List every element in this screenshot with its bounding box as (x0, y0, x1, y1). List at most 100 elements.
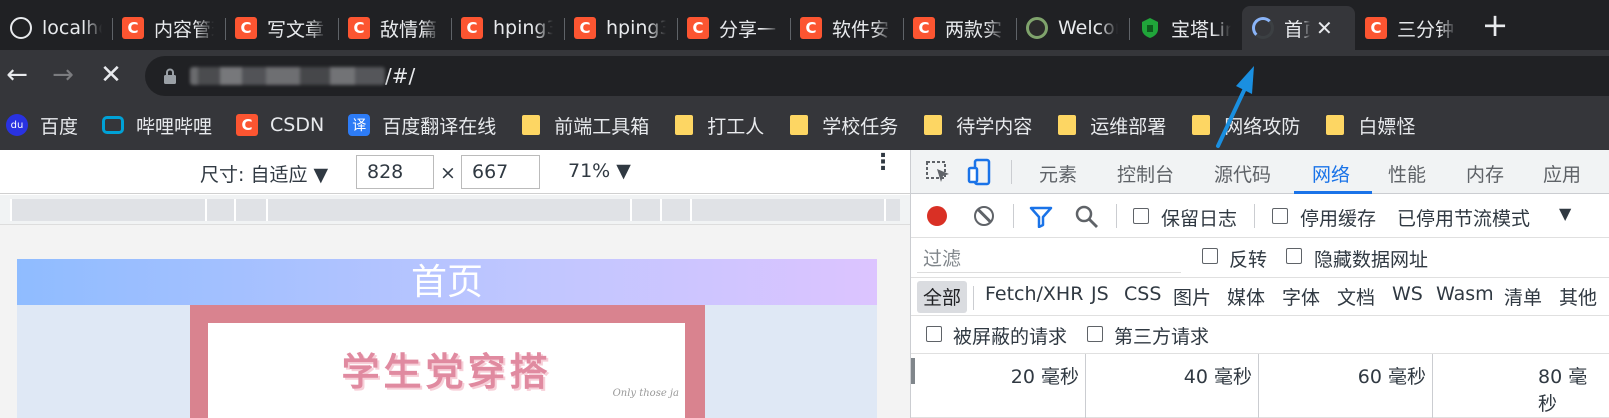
bilibili-icon (102, 114, 125, 136)
search-icon[interactable] (1075, 205, 1099, 229)
tab-sources[interactable]: 源代码 (1214, 160, 1271, 187)
devtools-tab-bar: 元素 控制台 源代码 网络 性能 内存 应用 (911, 150, 1609, 194)
type-filter-ws[interactable]: WS (1392, 283, 1423, 305)
separator (1011, 160, 1012, 184)
filter-input[interactable]: 过滤 (917, 241, 1181, 273)
browser-tab[interactable]: C 敌情篇 (338, 6, 451, 50)
type-filter-doc[interactable]: 文档 (1337, 283, 1375, 310)
separator (973, 286, 974, 310)
tab-title: 软件安 (832, 18, 890, 41)
filter-icon[interactable] (1029, 206, 1053, 228)
address-text[interactable]: /#/ (190, 62, 415, 90)
browser-tab[interactable]: C 软件安 (790, 6, 903, 50)
type-filter-wasm[interactable]: Wasm (1436, 283, 1494, 305)
bookmark-folder[interactable]: 白嫖怪 (1324, 112, 1415, 139)
tab-title: 首页 (1284, 18, 1310, 41)
bookmark-folder[interactable]: 网络攻防 (1190, 112, 1300, 139)
chevron-down-icon[interactable]: ▼ (1559, 204, 1571, 223)
separator (1013, 204, 1014, 228)
browser-tab[interactable]: C 两款实 (903, 6, 1016, 50)
throttling-dropdown[interactable]: 已停用节流模式 (1397, 204, 1530, 231)
browser-tab[interactable]: C hping3 (451, 6, 564, 50)
ruler-tick (690, 199, 692, 221)
type-filter-js[interactable]: JS (1091, 283, 1109, 305)
baota-icon (1139, 17, 1161, 39)
bookmark-item[interactable]: du 百度 (6, 112, 78, 139)
third-party-checkbox[interactable] (1087, 326, 1103, 342)
invert-label: 反转 (1229, 249, 1268, 271)
inspect-element-icon[interactable] (925, 160, 951, 184)
record-icon[interactable] (927, 206, 947, 226)
bookmark-folder[interactable]: 打工人 (673, 112, 764, 139)
type-filter-font[interactable]: 字体 (1282, 283, 1320, 310)
stop-loading-button[interactable]: ✕ (94, 58, 128, 92)
tab-performance[interactable]: 性能 (1388, 160, 1426, 187)
banner-image[interactable]: 学生党穿搭 Only those ja (190, 305, 705, 418)
clear-icon[interactable] (974, 206, 994, 226)
browser-tab[interactable]: C hping3 (564, 6, 677, 50)
type-filter-all[interactable]: 全部 (917, 281, 968, 313)
more-options-icon[interactable]: ⋮ (872, 152, 894, 174)
ring-icon (1026, 17, 1048, 39)
preserve-log-label: 保留日志 (1161, 208, 1238, 230)
tab-memory[interactable]: 内存 (1466, 160, 1504, 187)
width-input[interactable]: 828 (356, 155, 434, 189)
close-tab-icon[interactable]: ✕ (1316, 16, 1333, 40)
bookmark-label: 运维部署 (1090, 115, 1167, 138)
folder-icon (520, 114, 542, 136)
bookmark-label: 网络攻防 (1224, 115, 1301, 138)
ruler-tick (660, 199, 662, 221)
zoom-dropdown[interactable]: 71% ▼ (568, 160, 631, 182)
browser-tab[interactable]: localhost (0, 6, 112, 50)
csdn-icon: C (122, 17, 144, 39)
bookmark-item[interactable]: 哔哩哔哩 (102, 112, 212, 139)
type-filter-media[interactable]: 媒体 (1227, 283, 1265, 310)
tab-title: 写文章 (267, 18, 325, 41)
browser-tab-active[interactable]: 首页 ✕ (1242, 6, 1355, 50)
height-input[interactable]: 667 (461, 155, 540, 189)
tab-console[interactable]: 控制台 (1117, 160, 1174, 187)
invert-checkbox[interactable] (1202, 248, 1218, 264)
new-tab-button[interactable]: + (1473, 6, 1517, 44)
forward-button[interactable]: → (46, 58, 80, 92)
bookmark-folder[interactable]: 前端工具箱 (520, 112, 649, 139)
tab-title: 敌情篇 (380, 18, 438, 41)
tab-network[interactable]: 网络 (1312, 160, 1350, 187)
tab-elements[interactable]: 元素 (1039, 160, 1077, 187)
csdn-icon: C (461, 17, 483, 39)
bookmark-folder[interactable]: 待学内容 (922, 112, 1032, 139)
browser-tab[interactable]: C 写文章 (225, 6, 338, 50)
type-filter-img[interactable]: 图片 (1173, 283, 1211, 310)
browser-tab[interactable]: C 内容管理 (112, 6, 225, 50)
bookmark-folder[interactable]: 学校任务 (788, 112, 898, 139)
bookmark-folder[interactable]: 运维部署 (1056, 112, 1166, 139)
preserve-log-checkbox[interactable] (1133, 208, 1149, 224)
dimensions-dropdown[interactable]: 尺寸: 自适应 ▼ (200, 160, 328, 187)
browser-tab[interactable]: 宝塔Linux (1129, 6, 1242, 50)
ruler-segment (10, 199, 900, 221)
blocked-requests-checkbox[interactable] (926, 326, 942, 342)
media-query-ruler[interactable] (0, 195, 910, 225)
type-filter-css[interactable]: CSS (1124, 283, 1161, 305)
disable-cache-checkbox[interactable] (1272, 208, 1288, 224)
device-toolbar-icon[interactable] (967, 158, 993, 186)
type-filter-manifest[interactable]: 清单 (1504, 283, 1542, 310)
browser-tab[interactable]: C 分享一 (677, 6, 790, 50)
ruler-tick (10, 199, 12, 221)
tab-application[interactable]: 应用 (1543, 160, 1581, 187)
back-button[interactable]: ← (0, 58, 34, 92)
csdn-icon: C (348, 17, 370, 39)
browser-tab[interactable]: Welcome (1016, 6, 1129, 50)
filter-row: 过滤 反转 隐藏数据网址 (911, 238, 1609, 278)
folder-icon (922, 114, 944, 136)
baidu-translate-icon: 译 (348, 114, 371, 136)
bookmark-item[interactable]: 译 百度翻译在线 (348, 112, 496, 139)
bookmark-item[interactable]: C CSDN (236, 114, 324, 136)
hide-data-urls-checkbox[interactable] (1286, 248, 1302, 264)
ruler-tick (266, 199, 268, 221)
type-filter-other[interactable]: 其他 (1559, 283, 1597, 310)
timeline-overview[interactable]: 20 毫秒 40 毫秒 60 毫秒 80 毫秒 (911, 354, 1609, 418)
separator (1116, 204, 1117, 228)
browser-tab[interactable]: C 三分钟 (1355, 6, 1468, 50)
type-filter-fetch-xhr[interactable]: Fetch/XHR (985, 283, 1083, 305)
